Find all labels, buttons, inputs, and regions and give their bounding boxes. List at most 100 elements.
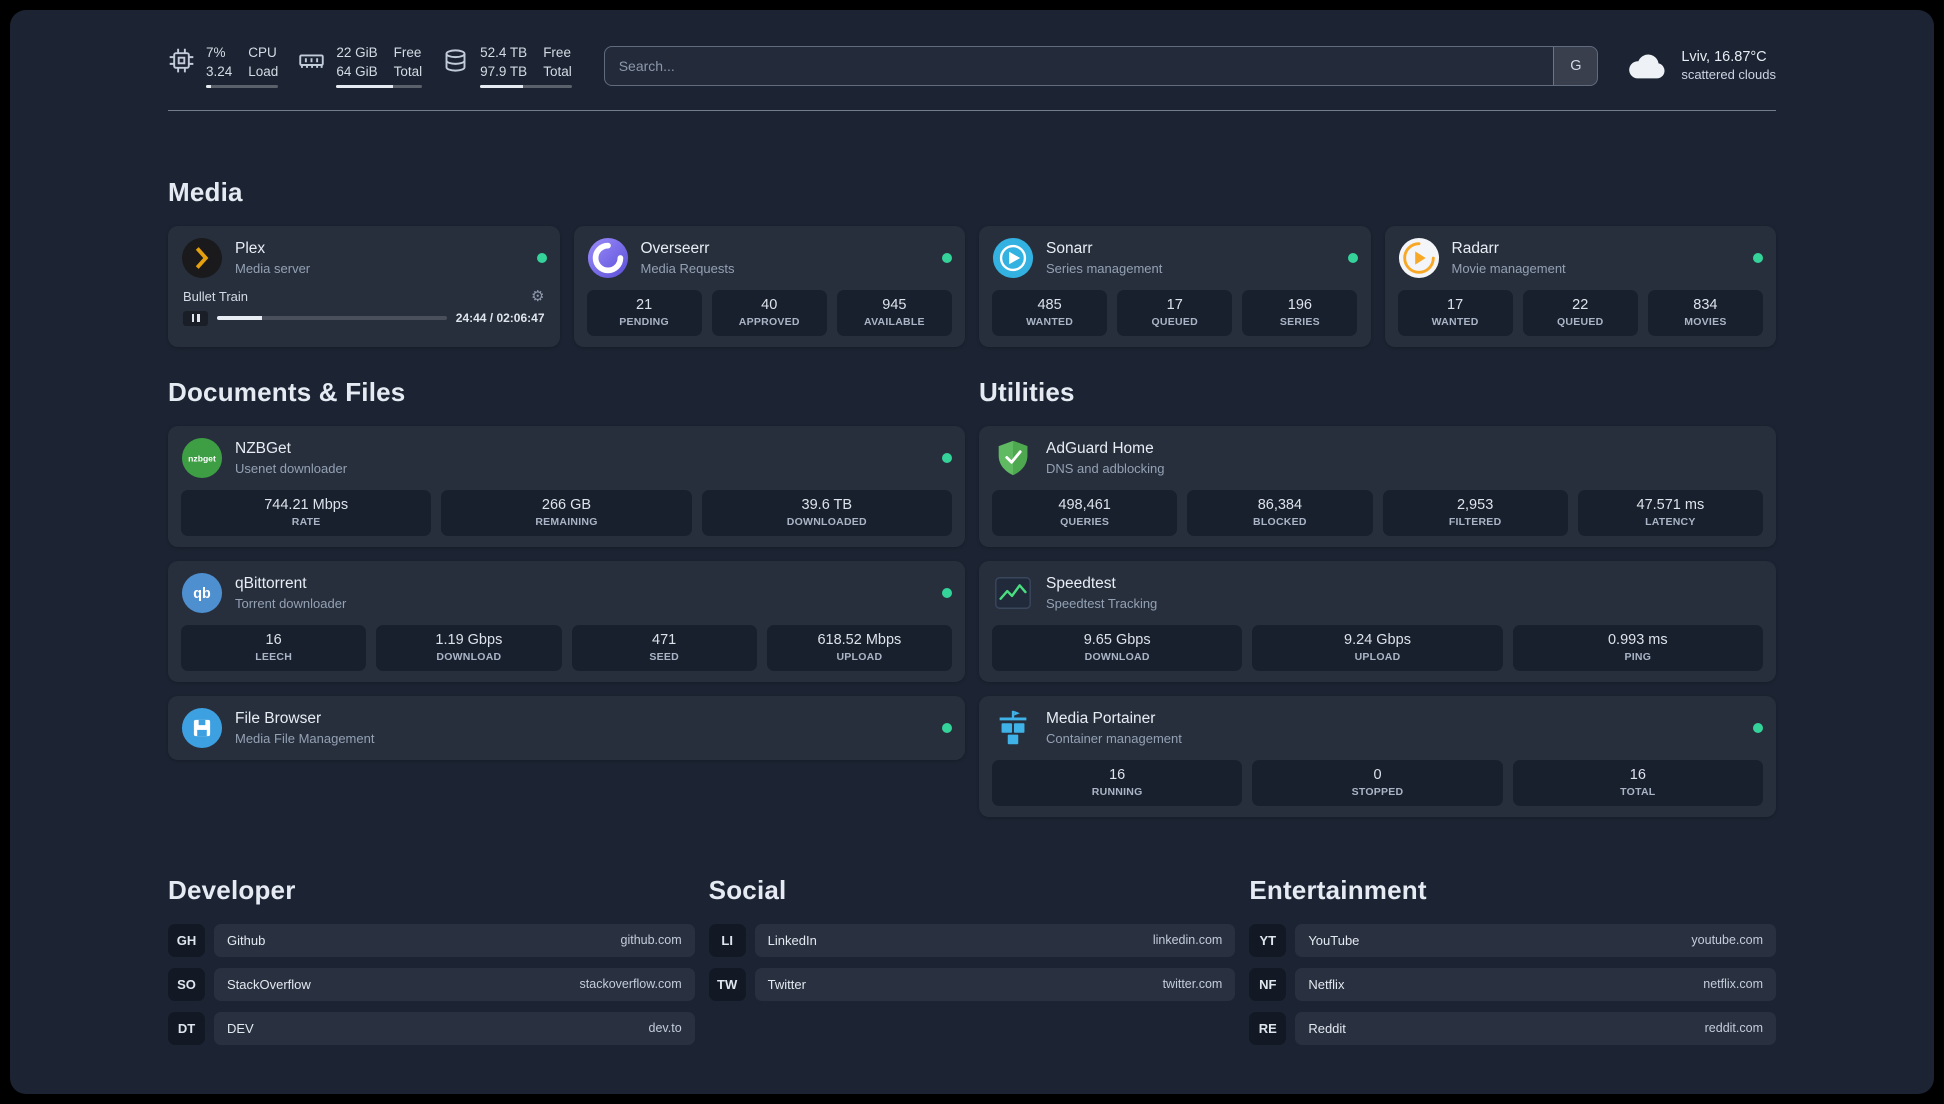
cloud-icon: [1629, 54, 1665, 79]
service-name: Overseerr: [640, 239, 710, 257]
bookmark-name: Github: [227, 932, 266, 948]
service-desc: Container management: [1046, 730, 1182, 746]
service-card-filebrowser[interactable]: File Browser Media File Management: [168, 695, 965, 760]
bookmark-youtube[interactable]: YT YouTube youtube.com: [1249, 923, 1776, 957]
stat-tile: 16 LEECH: [181, 624, 367, 671]
search-provider-button[interactable]: G: [1553, 46, 1598, 85]
stat-tile: 266 GB REMAINING: [441, 489, 692, 536]
weather-widget: Lviv, 16.87°C scattered clouds: [1626, 49, 1776, 82]
bookmark-name: Twitter: [767, 976, 806, 992]
section-title-utilities: Utilities: [979, 376, 1075, 407]
bookmark-abbr: LI: [708, 923, 746, 957]
bookmark-stackoverflow[interactable]: SO StackOverflow stackoverflow.com: [168, 967, 695, 1001]
stat-tile: 21 PENDING: [586, 289, 702, 336]
bookmark-abbr: TW: [708, 967, 746, 1001]
plex-now-playing: Bullet Train ⚙ 24:44 / 02:06:47: [181, 289, 547, 326]
stat-tile: 9.24 Gbps UPLOAD: [1252, 624, 1503, 671]
service-desc: Torrent downloader: [235, 595, 347, 611]
bookmark-abbr: SO: [168, 967, 205, 1001]
memory-total: 64 GiB: [336, 63, 378, 79]
stat-tile: 0.993 ms PING: [1512, 624, 1763, 671]
stat-tile: 47.571 ms LATENCY: [1577, 489, 1763, 536]
bookmark-group-developer: Developer GH Github github.com SO StackO…: [168, 875, 695, 1056]
stat-tile: 17 QUEUED: [1117, 289, 1233, 336]
bookmark-url: netflix.com: [1703, 977, 1763, 992]
bookmark-dev[interactable]: DT DEV dev.to: [168, 1011, 695, 1045]
service-card-nzbget[interactable]: nzbget NZBGet Usenet downloader 744.21 M…: [168, 425, 965, 547]
section-media: Media Plex Media server Bullet Train ⚙ 2…: [168, 177, 1776, 347]
memory-icon: [299, 54, 325, 68]
stat-tile: 945 AVAILABLE: [836, 289, 952, 336]
playback-progress-bar[interactable]: [217, 316, 447, 321]
service-card-qbittorrent[interactable]: qb qBittorrent Torrent downloader 16 LEEC…: [168, 560, 965, 682]
cpu-percent: 7%: [206, 45, 226, 60]
gear-icon[interactable]: ⚙: [531, 289, 544, 304]
memory-free-label: Free: [393, 45, 422, 60]
bookmark-abbr: YT: [1249, 923, 1287, 957]
service-card-portainer[interactable]: Media Portainer Container management 16 R…: [979, 695, 1776, 817]
disk-free: 52.4 TB: [480, 45, 528, 60]
bookmark-github[interactable]: GH Github github.com: [168, 923, 695, 957]
status-dot: [942, 452, 952, 463]
sonarr-icon: [992, 237, 1034, 279]
bookmark-abbr: GH: [168, 923, 205, 957]
bookmark-name: LinkedIn: [767, 932, 817, 948]
service-desc: Usenet downloader: [235, 460, 348, 476]
section-title-social: Social: [708, 874, 787, 905]
filebrowser-icon: [181, 707, 223, 749]
section-title-developer: Developer: [168, 874, 296, 905]
status-dot: [942, 722, 952, 733]
section-title-entertainment: Entertainment: [1249, 874, 1427, 905]
bookmark-group-entertainment: Entertainment YT YouTube youtube.com NF …: [1249, 875, 1776, 1056]
bookmark-name: Netflix: [1308, 976, 1345, 992]
service-desc: Media server: [235, 260, 311, 276]
stat-tile: 834 MOVIES: [1647, 289, 1763, 336]
plex-icon: [181, 237, 223, 279]
bookmark-url: stackoverflow.com: [579, 977, 682, 992]
bookmark-name: DEV: [227, 1020, 254, 1036]
service-desc: Media Requests: [640, 260, 735, 276]
bookmark-twitter[interactable]: TW Twitter twitter.com: [708, 967, 1236, 1001]
qbittorrent-icon: qb: [181, 572, 223, 614]
stat-tile: 471 SEED: [571, 624, 757, 671]
cpu-usage-bar: [206, 84, 279, 88]
service-card-plex[interactable]: Plex Media server Bullet Train ⚙ 24:44 /…: [168, 225, 560, 347]
stat-tile: 2,953 FILTERED: [1382, 489, 1568, 536]
memory-total-label: Total: [393, 63, 423, 79]
status-dot: [1753, 252, 1763, 263]
status-dot: [1753, 722, 1763, 733]
bookmark-name: StackOverflow: [227, 976, 311, 992]
cpu-load-label: Load: [248, 63, 279, 79]
bookmark-name: YouTube: [1308, 932, 1360, 948]
stat-tile: 40 APPROVED: [711, 289, 827, 336]
search-input[interactable]: [604, 46, 1554, 85]
svg-text:qb: qb: [193, 585, 211, 601]
bookmark-url: github.com: [620, 933, 682, 948]
service-card-overseerr[interactable]: Overseerr Media Requests 21 PENDING 40 APP…: [573, 225, 965, 347]
dashboard: 7% CPU 3.24 Load 22 GiB Free 64 GiB Tota…: [10, 10, 1934, 1094]
bookmark-reddit[interactable]: RE Reddit reddit.com: [1249, 1011, 1776, 1045]
weather-condition: scattered clouds: [1681, 67, 1776, 83]
status-dot: [942, 587, 952, 598]
service-desc: Media File Management: [235, 730, 375, 746]
service-name: Radarr: [1451, 239, 1499, 257]
stat-tile: 16 RUNNING: [992, 759, 1243, 806]
stat-tile: 485 WANTED: [992, 289, 1108, 336]
status-dot: [536, 252, 547, 263]
service-card-adguard[interactable]: AdGuard Home DNS and adblocking 498,461 Q…: [979, 425, 1776, 547]
disk-free-label: Free: [543, 45, 571, 60]
service-name: Media Portainer: [1046, 709, 1156, 727]
service-card-radarr[interactable]: Radarr Movie management 17 WANTED 22 QUEUE…: [1384, 225, 1776, 347]
memory-usage-bar: [336, 84, 423, 88]
service-card-sonarr[interactable]: Sonarr Series management 485 WANTED 17 QUE…: [979, 225, 1371, 347]
cpu-widget: 7% CPU 3.24 Load: [168, 44, 279, 88]
section-title-media: Media: [168, 176, 243, 207]
disk-icon: [445, 49, 466, 72]
disk-usage-bar: [480, 84, 572, 88]
bookmark-netflix[interactable]: NF Netflix netflix.com: [1249, 967, 1776, 1001]
bookmark-linkedin[interactable]: LI LinkedIn linkedin.com: [708, 923, 1236, 957]
pause-button[interactable]: [183, 310, 208, 326]
service-name: Plex: [235, 239, 266, 257]
memory-free: 22 GiB: [336, 45, 378, 60]
service-card-speedtest[interactable]: Speedtest Speedtest Tracking 9.65 Gbps DO…: [979, 560, 1776, 682]
